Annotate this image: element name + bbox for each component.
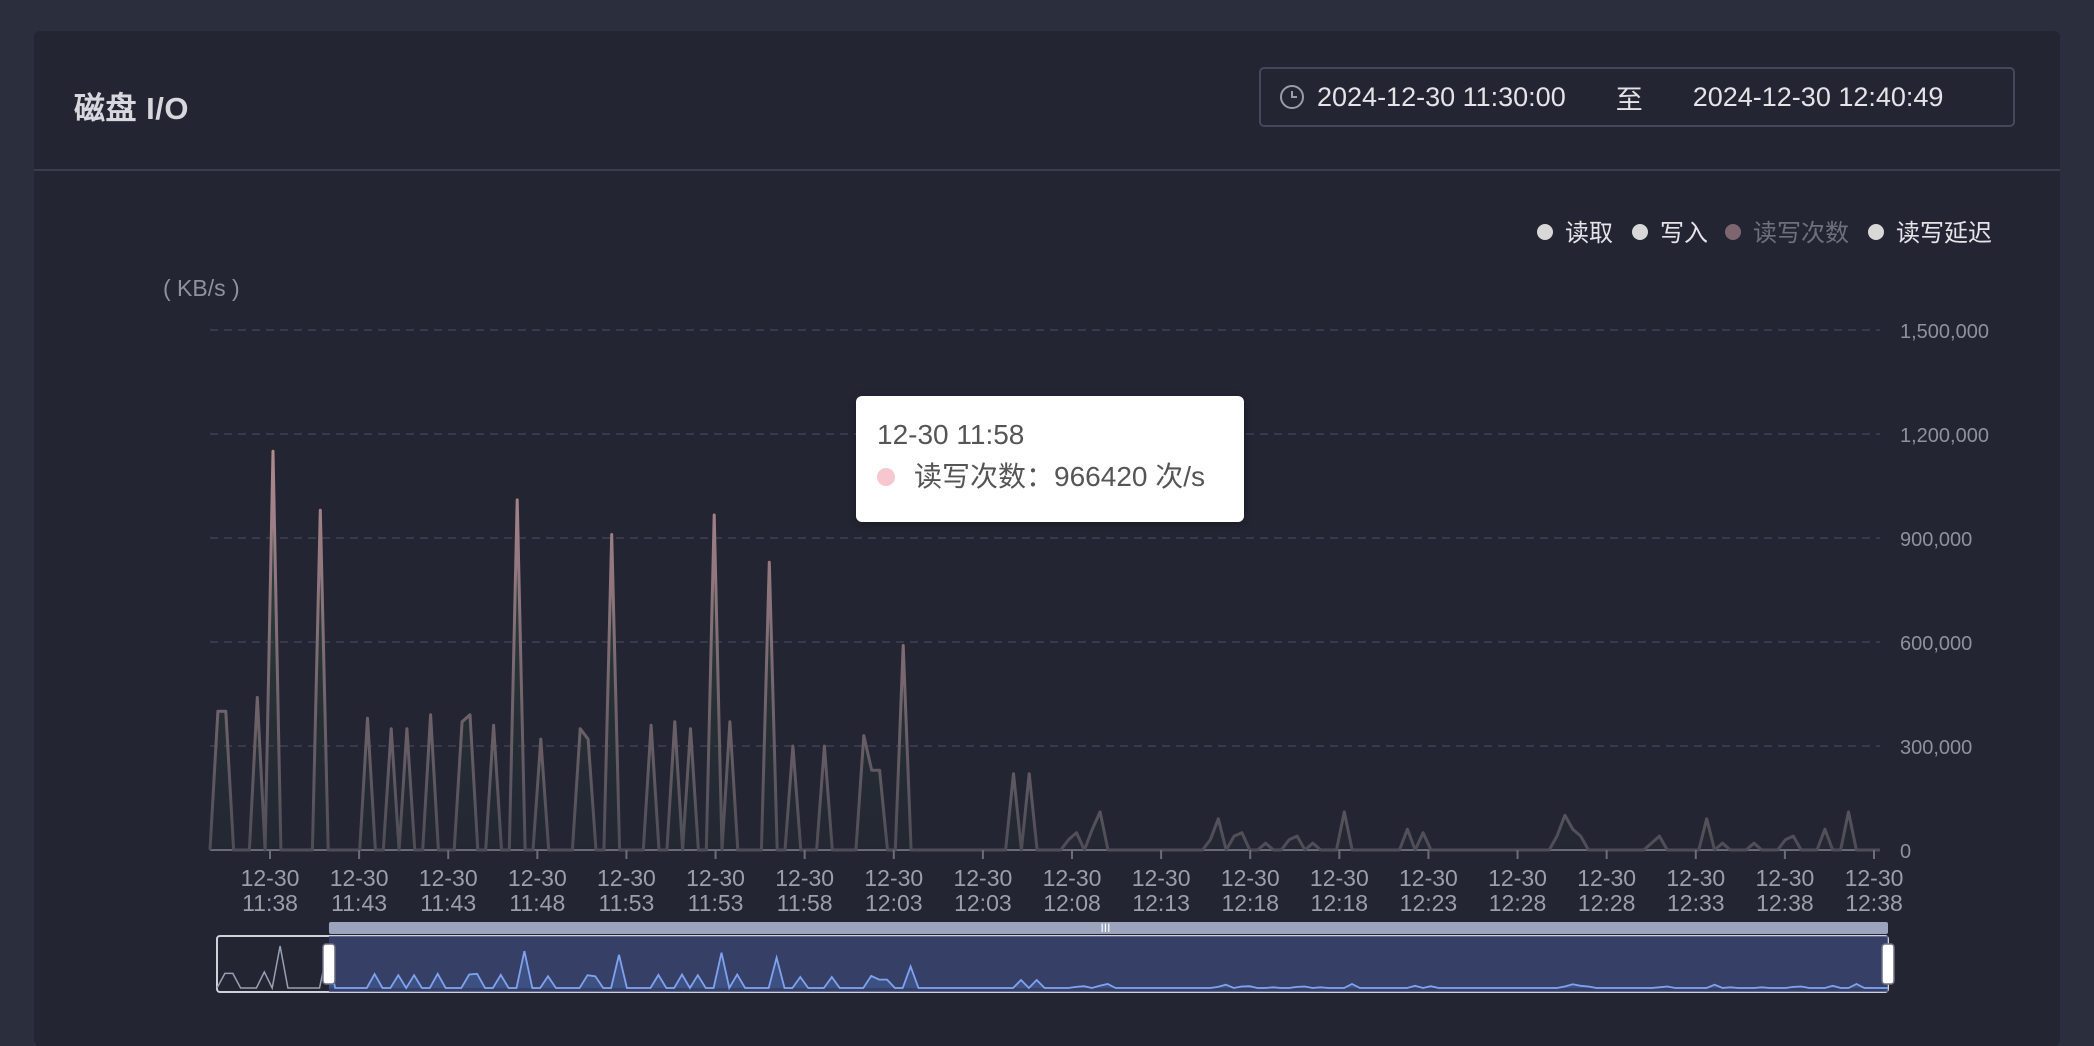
tooltip-space (1147, 460, 1155, 494)
x-tick-label: 12:38 (1845, 890, 1903, 916)
legend-item[interactable]: 读写次数 (1725, 220, 1849, 247)
legend-label: 读取 (1565, 220, 1613, 247)
tooltip-unit: 次/s (1155, 461, 1206, 492)
chart-tooltip: 12-30 11:58 读写次数 ： 966420 次/s (856, 396, 1244, 522)
zoom-grip-icon[interactable]: III (1100, 921, 1110, 935)
x-tick-label: 12-30 (775, 865, 834, 891)
x-tick-label: 12:08 (1043, 890, 1101, 916)
legend-item[interactable]: 读写延迟 (1868, 220, 1992, 247)
y-tick-label: 1,500,000 (1900, 321, 1989, 343)
legend-marker (1725, 224, 1741, 240)
x-tick-label: 12-30 (1577, 865, 1636, 891)
x-tick-label: 12-30 (330, 865, 389, 891)
x-tick-label: 12:28 (1578, 890, 1636, 916)
x-tick-label: 12:03 (954, 890, 1012, 916)
y-tick-label: 1,200,000 (1900, 425, 1989, 447)
y-tick-label: 300,000 (1900, 737, 1972, 759)
x-tick-label: 12-30 (419, 865, 478, 891)
x-tick-label: 12:13 (1132, 890, 1190, 916)
legend-item[interactable]: 写入 (1632, 220, 1708, 247)
x-tick-label: 12-30 (1221, 865, 1280, 891)
y-tick-label: 0 (1900, 841, 1911, 863)
legend-label: 读写次数 (1753, 220, 1849, 247)
tooltip-row: 读写次数 ： 966420 次/s (877, 460, 1244, 494)
x-tick-label: 11:53 (599, 890, 655, 916)
x-tick-label: 12-30 (1132, 865, 1191, 891)
x-tick-label: 11:48 (509, 890, 565, 916)
x-tick-label: 12-30 (686, 865, 745, 891)
y-tick-label: 900,000 (1900, 529, 1972, 551)
x-tick-label: 12-30 (508, 865, 567, 891)
tooltip-time: 12-30 11:58 (877, 419, 1025, 450)
tooltip-series-name: 读写次数 (914, 461, 1027, 492)
x-tick-label: 11:38 (242, 890, 298, 916)
y-tick-label: 600,000 (1900, 633, 1972, 655)
legend-label: 读写延迟 (1896, 220, 1992, 247)
x-tick-label: 12-30 (1310, 865, 1369, 891)
x-tick-label: 11:43 (331, 890, 387, 916)
legend-marker (1632, 224, 1648, 240)
x-tick-label: 12-30 (953, 865, 1012, 891)
x-tick-label: 12-30 (1488, 865, 1547, 891)
x-tick-label: 12-30 (1666, 865, 1725, 891)
y-axis-unit-label: ( KB/s ) (163, 275, 240, 301)
x-tick-label: 12-30 (1399, 865, 1458, 891)
x-tick-label: 12-30 (1845, 865, 1904, 891)
legend-label: 写入 (1660, 220, 1708, 247)
x-tick-label: 12-30 (241, 865, 300, 891)
tooltip-colon: ： (1026, 461, 1055, 492)
x-tick-label: 12:33 (1667, 890, 1725, 916)
disk-io-chart[interactable]: 1,500,000 1,200,000 900,000 600,000 300,000 0… (0, 0, 2094, 1046)
x-tick-label: 12:23 (1400, 890, 1458, 916)
x-tick-label: 11:58 (777, 890, 833, 916)
x-tick-label: 11:53 (688, 890, 744, 916)
x-tick-label: 12:18 (1221, 890, 1279, 916)
x-tick-label: 12-30 (597, 865, 656, 891)
x-tick-label: 12-30 (864, 865, 923, 891)
x-tick-label: 12-30 (1043, 865, 1102, 891)
x-tick-label: 12-30 (1755, 865, 1814, 891)
x-tick-label: 12:28 (1489, 890, 1547, 916)
x-tick-label: 11:43 (420, 890, 476, 916)
legend-marker (1868, 224, 1884, 240)
x-tick-label: 12:38 (1756, 890, 1814, 916)
tooltip-value: 966420 (1054, 461, 1148, 492)
legend-marker (1537, 224, 1553, 240)
legend-item[interactable]: 读取 (1537, 220, 1613, 247)
x-tick-label: 12:18 (1311, 890, 1369, 916)
zoom-handle-right[interactable] (1881, 943, 1895, 985)
x-tick-label: 12:03 (865, 890, 923, 916)
tooltip-series-dot (877, 468, 895, 486)
zoom-handle-left[interactable] (322, 943, 336, 985)
